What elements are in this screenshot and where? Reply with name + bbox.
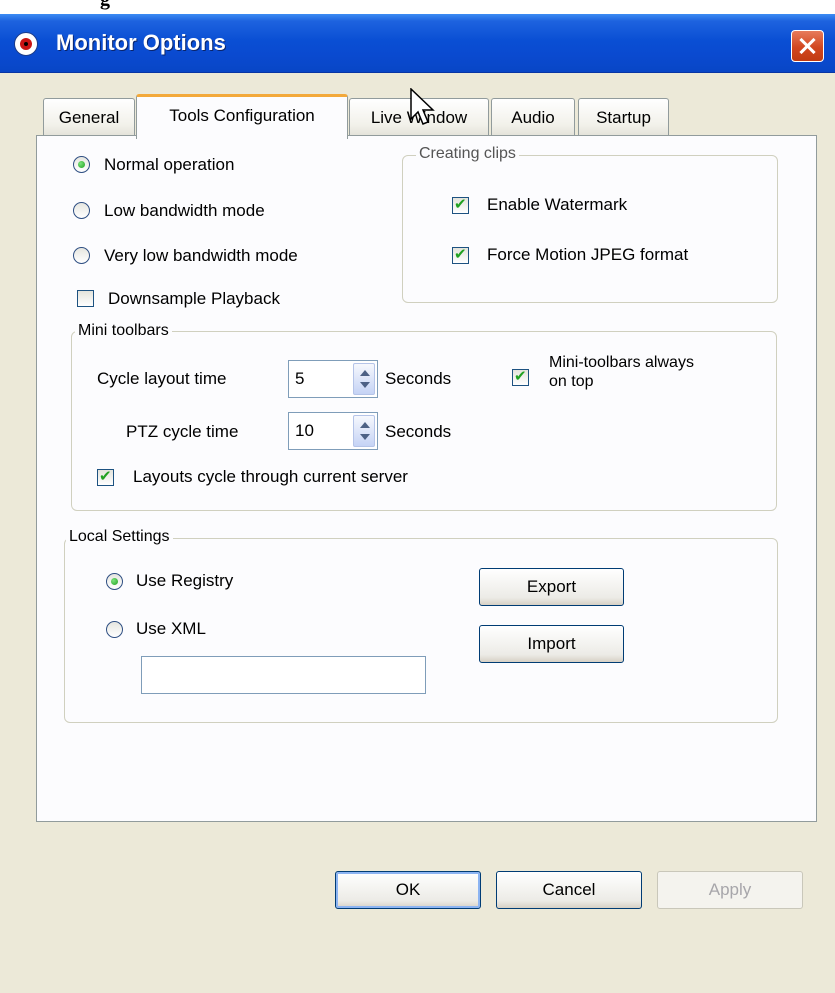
very-low-bandwidth-label: Very low bandwidth mode — [104, 246, 298, 265]
mini-toolbars-legend: Mini toolbars — [75, 322, 172, 340]
radio-normal-operation[interactable] — [73, 156, 90, 173]
creating-clips-group — [402, 155, 778, 303]
top-strip: g — [0, 0, 835, 14]
mini-toolbars-on-top-label-line2: on top — [549, 373, 594, 390]
cycle-layout-seconds-label: Seconds — [385, 369, 452, 388]
tab-tools-configuration[interactable]: Tools Configuration — [136, 94, 348, 139]
cycle-layout-time-value: 5 — [295, 369, 305, 388]
cropped-text: g — [100, 0, 110, 11]
mini-toolbars-on-top-checkbox[interactable]: ✔ — [512, 368, 529, 386]
cycle-layout-time-stepper[interactable]: 5 — [288, 360, 378, 398]
xml-path-input[interactable] — [141, 656, 426, 694]
radio-use-registry[interactable] — [106, 573, 123, 590]
downsample-playback-label: Downsample Playback — [108, 289, 280, 308]
close-button[interactable] — [791, 30, 824, 62]
radio-use-xml[interactable] — [106, 621, 123, 638]
force-mjpeg-checkbox[interactable]: ✔ — [452, 246, 469, 264]
tab-startup[interactable]: Startup — [578, 98, 669, 136]
radio-low-bandwidth[interactable] — [73, 202, 90, 219]
import-button[interactable]: Import — [479, 625, 624, 663]
layouts-cycle-checkbox[interactable]: ✔ — [97, 468, 114, 486]
low-bandwidth-label: Low bandwidth mode — [104, 201, 265, 220]
eye-icon — [14, 32, 38, 56]
enable-watermark-label: Enable Watermark — [487, 195, 628, 214]
use-xml-label: Use XML — [136, 619, 206, 638]
ptz-cycle-time-stepper[interactable]: 10 — [288, 412, 378, 450]
tab-audio[interactable]: Audio — [491, 98, 575, 136]
cycle-layout-time-label: Cycle layout time — [97, 369, 227, 388]
creating-clips-legend: Creating clips — [416, 145, 519, 163]
spin-arrows-icon[interactable] — [353, 415, 375, 447]
export-button[interactable]: Export — [479, 568, 624, 606]
use-registry-label: Use Registry — [136, 571, 234, 590]
ptz-cycle-time-value: 10 — [295, 421, 314, 440]
ptz-cycle-time-label: PTZ cycle time — [126, 422, 239, 441]
downsample-playback-checkbox[interactable] — [77, 290, 94, 307]
normal-operation-label: Normal operation — [104, 155, 235, 174]
local-settings-legend: Local Settings — [66, 528, 173, 546]
monitor-options-dialog: Monitor Options General Tools Configurat… — [0, 14, 835, 993]
ok-button[interactable]: OK — [335, 871, 481, 909]
force-mjpeg-label: Force Motion JPEG format — [487, 245, 689, 264]
radio-very-low-bandwidth[interactable] — [73, 247, 90, 264]
mini-toolbars-on-top-label-line1: Mini-toolbars always — [549, 354, 694, 371]
spin-arrows-icon[interactable] — [353, 363, 375, 395]
tab-general[interactable]: General — [43, 98, 135, 136]
title-bar[interactable]: Monitor Options — [0, 14, 835, 73]
apply-button: Apply — [657, 871, 803, 909]
layouts-cycle-label: Layouts cycle through current server — [133, 467, 408, 486]
mouse-cursor-icon — [410, 88, 435, 125]
window-title: Monitor Options — [56, 30, 226, 55]
cancel-button[interactable]: Cancel — [496, 871, 642, 909]
enable-watermark-checkbox[interactable]: ✔ — [452, 196, 469, 214]
ptz-cycle-seconds-label: Seconds — [385, 422, 452, 441]
